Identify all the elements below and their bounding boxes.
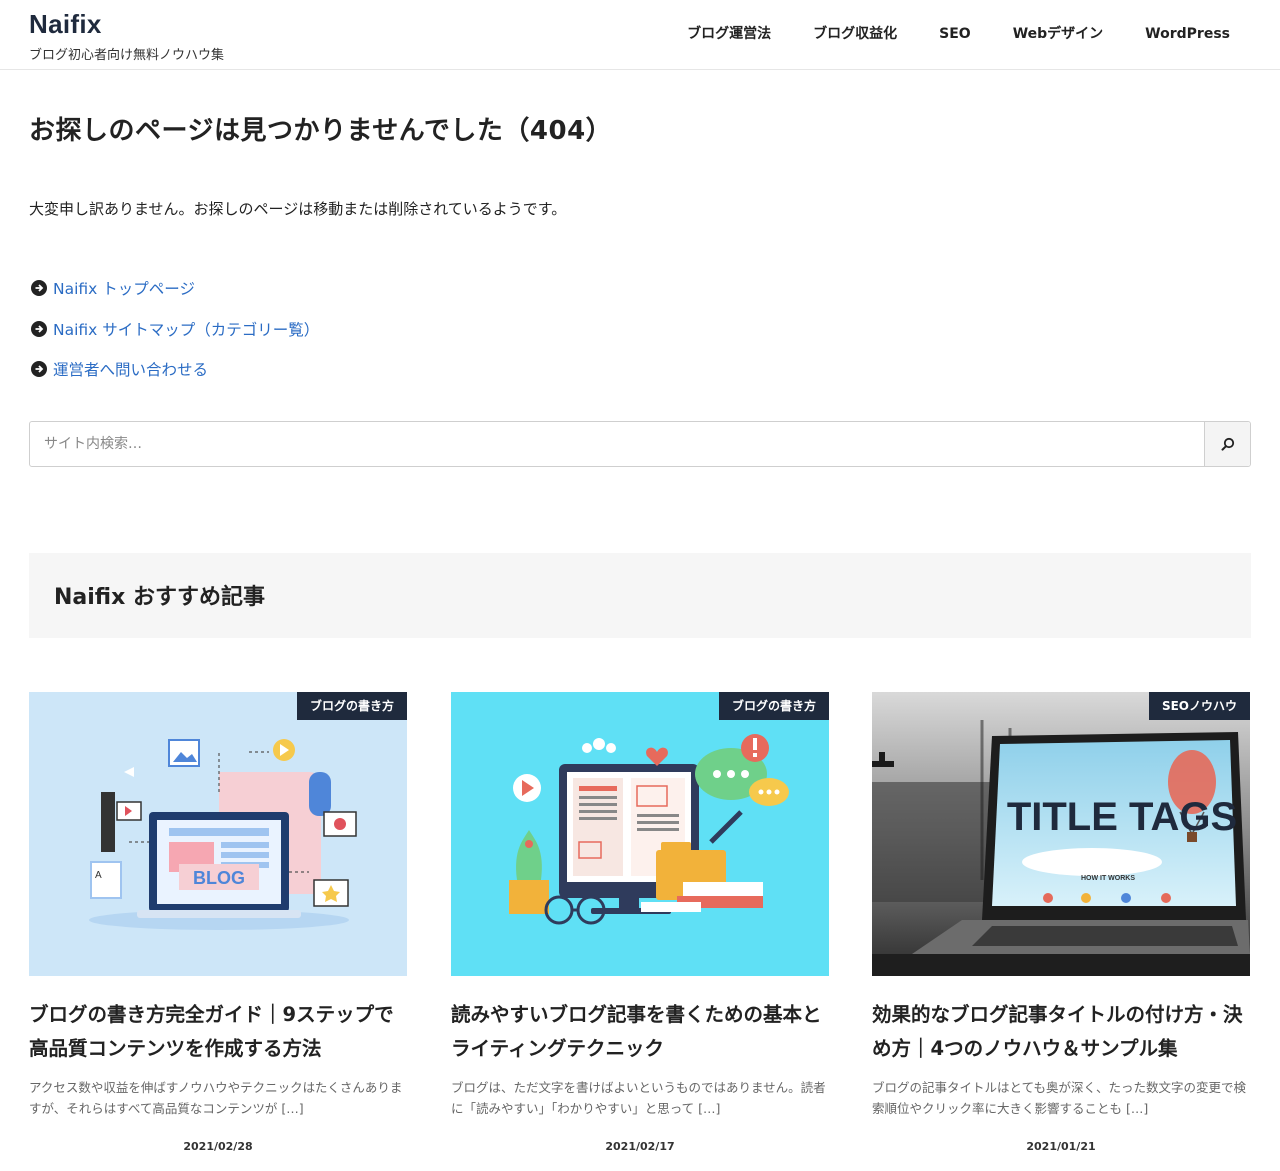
recommend-heading-box: Naifix おすすめ記事: [29, 553, 1251, 638]
writing-illustration: [451, 692, 829, 976]
lead-text: 大変申し訳ありません。お探しのページは移動または削除されているようです。: [29, 200, 567, 218]
article-thumbnail[interactable]: ブログの書き方: [451, 692, 829, 976]
main-nav: ブログ運営法 ブログ収益化 SEO Webデザイン WordPress: [666, 24, 1230, 44]
article-title[interactable]: ブログの書き方完全ガイド｜9ステップで高品質コンテンツを作成する方法: [29, 998, 407, 1066]
arrow-right-circle-icon: [31, 320, 47, 337]
article-card[interactable]: TITLE TAGS HOW IT WORKS SEOノウハウ 効果的なブログ記…: [872, 692, 1250, 1153]
article-date: 2021/02/17: [605, 1140, 675, 1153]
link-item-top: Naifix トップページ: [31, 268, 319, 309]
arrow-right-circle-icon: [31, 361, 47, 378]
article-card[interactable]: ブログの書き方 読みやすいブログ記事を書くための基本とライティングテクニック ブ…: [451, 692, 829, 1153]
search-icon: [1221, 437, 1234, 451]
link-item-sitemap: Naifix サイトマップ（カテゴリー覧）: [31, 309, 319, 350]
link-item-contact: 運営者へ問い合わせる: [31, 349, 319, 390]
search-input[interactable]: [30, 422, 1204, 466]
site-search-form: [29, 421, 1251, 467]
link-top-page[interactable]: Naifix トップページ: [53, 277, 195, 299]
link-contact[interactable]: 運営者へ問い合わせる: [53, 358, 208, 380]
article-date: 2021/02/28: [183, 1140, 253, 1153]
nav-item-blog-management[interactable]: ブログ運営法: [666, 24, 792, 44]
article-title[interactable]: 読みやすいブログ記事を書くための基本とライティングテクニック: [451, 998, 829, 1066]
category-badge[interactable]: ブログの書き方: [296, 692, 407, 720]
thumb-text: TITLE TAGS: [1007, 795, 1237, 839]
svg-text:A: A: [95, 870, 102, 881]
article-title[interactable]: 効果的なブログ記事タイトルの付け方・決め方｜4つのノウハウ＆サンプル集: [872, 998, 1250, 1066]
arrow-right-circle-icon: [31, 280, 47, 297]
article-excerpt: ブログの記事タイトルはとても奥が深く、たった数文字の変更で検索順位やクリック率に…: [872, 1080, 1247, 1116]
blog-illustration: BLOG A: [29, 692, 407, 976]
thumb-text: BLOG: [193, 868, 245, 888]
article-thumbnail[interactable]: TITLE TAGS HOW IT WORKS SEOノウハウ: [872, 692, 1250, 976]
site-logo[interactable]: Naifix: [29, 9, 102, 40]
thumb-subtext: HOW IT WORKS: [1081, 875, 1135, 882]
page-title: お探しのページは見つかりませんでした（404）: [29, 116, 613, 146]
nav-item-wordpress[interactable]: WordPress: [1124, 24, 1230, 44]
nav-item-web-design[interactable]: Webデザイン: [992, 24, 1124, 44]
category-badge[interactable]: SEOノウハウ: [1148, 692, 1250, 720]
recommend-heading: Naifix おすすめ記事: [54, 585, 265, 610]
article-excerpt: アクセス数や収益を伸ばすノウハウやテクニックはたくさんありますが、それらはすべて…: [29, 1080, 403, 1116]
nav-item-seo[interactable]: SEO: [918, 24, 992, 44]
helpful-links: Naifix トップページ Naifix サイトマップ（カテゴリー覧） 運営者へ…: [31, 268, 319, 390]
site-tagline: ブログ初心者向け無料ノウハウ集: [29, 48, 225, 63]
article-card[interactable]: BLOG A ブログの書き方 ブログの書き方完全ガイド｜9ステップで高品質コンテ…: [29, 692, 407, 1153]
category-badge[interactable]: ブログの書き方: [718, 692, 829, 720]
article-excerpt: ブログは、ただ文字を書けばよいというものではありません。読者に「読みやすい」「わ…: [451, 1080, 826, 1116]
laptop-title-tags-photo: TITLE TAGS HOW IT WORKS: [872, 692, 1250, 976]
article-thumbnail[interactable]: BLOG A ブログの書き方: [29, 692, 407, 976]
article-date: 2021/01/21: [1026, 1140, 1096, 1153]
link-sitemap[interactable]: Naifix サイトマップ（カテゴリー覧）: [53, 318, 319, 340]
search-button[interactable]: [1204, 422, 1250, 466]
nav-item-blog-monetization[interactable]: ブログ収益化: [792, 24, 918, 44]
site-header: Naifix ブログ初心者向け無料ノウハウ集 ブログ運営法 ブログ収益化 SEO…: [0, 0, 1280, 70]
